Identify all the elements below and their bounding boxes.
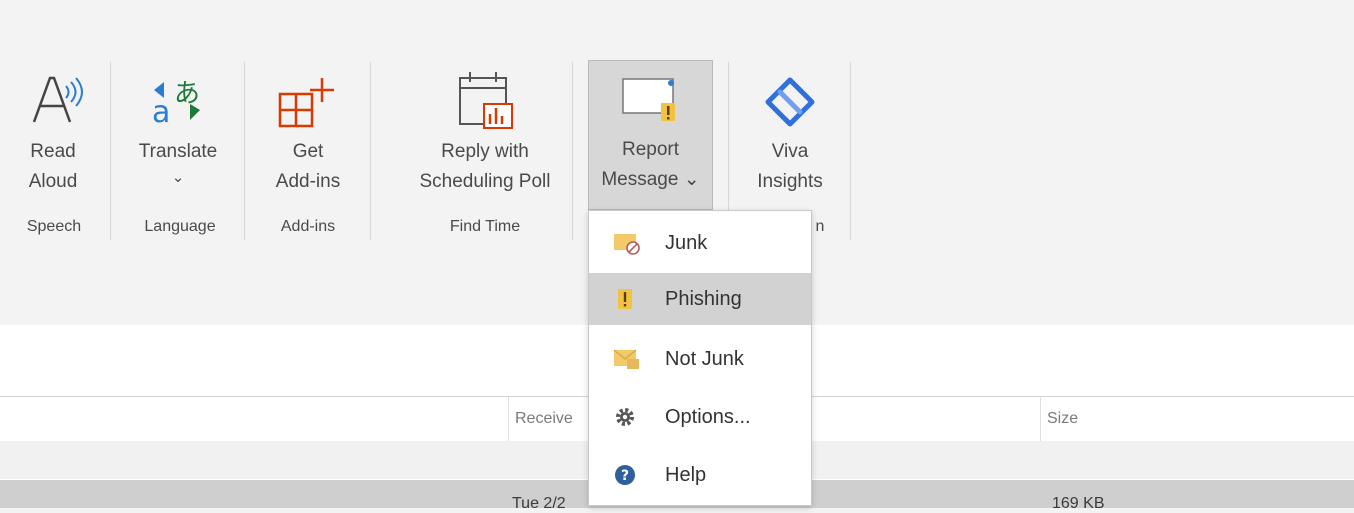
menu-item-junk[interactable]: Junk (589, 217, 811, 269)
svg-text:a: a (152, 95, 170, 126)
not-junk-envelope-icon (613, 349, 639, 369)
junk-envelope-icon (614, 234, 640, 255)
translate-icon: a あ (152, 79, 200, 126)
group-label-addins: Add-ins (280, 218, 336, 235)
read-aloud-button[interactable]: Read Aloud (14, 62, 92, 212)
row-size: 169 KB (1052, 495, 1105, 512)
menu-item-label: Phishing (665, 288, 742, 310)
row-received: Tue 2/2 (512, 495, 566, 512)
read-aloud-label-2: Aloud (28, 171, 78, 192)
viva-label-1: Viva (771, 141, 809, 162)
viva-label-2: Insights (757, 171, 823, 192)
svg-text:あ: あ (174, 79, 200, 109)
reply-scheduling-poll-button[interactable]: Reply with Scheduling Poll (400, 62, 570, 212)
menu-item-label: Junk (665, 232, 708, 254)
report-message-label-2: Message ⌄ (601, 169, 700, 190)
menu-item-not-junk[interactable]: Not Junk (589, 333, 811, 385)
scheduling-poll-icon (459, 72, 513, 129)
group-label-find-time: Find Time (449, 218, 521, 235)
report-message-label-1: Report (621, 139, 680, 160)
report-message-menu: Junk Phishing Not Junk Options... ? Help (588, 210, 812, 506)
menu-item-label: Not Junk (665, 348, 744, 370)
get-addins-label-1: Get (292, 141, 324, 162)
separator (370, 62, 371, 240)
report-message-icon (622, 78, 675, 121)
viva-insights-button[interactable]: Viva Insights (742, 62, 838, 212)
separator (572, 62, 573, 240)
menu-item-label: Options... (665, 406, 751, 428)
help-icon: ? (615, 465, 635, 485)
report-message-button[interactable]: Report Message ⌄ (588, 60, 713, 210)
reply-poll-label-1: Reply with (441, 141, 529, 162)
menu-item-help[interactable]: ? Help (589, 449, 811, 501)
translate-button[interactable]: a あ Translate ⌄ (126, 62, 230, 212)
group-label-speech: Speech (26, 218, 82, 235)
viva-insights-icon (765, 77, 815, 127)
reply-poll-label-2: Scheduling Poll (419, 171, 551, 192)
separator (244, 62, 245, 240)
add-ins-icon (278, 78, 334, 128)
menu-item-options[interactable]: Options... (589, 391, 811, 443)
get-addins-label-2: Add-ins (275, 171, 341, 192)
svg-text:?: ? (621, 468, 629, 484)
read-aloud-label-1: Read (30, 141, 76, 162)
get-addins-button[interactable]: Get Add-ins (260, 62, 356, 212)
separator (850, 62, 851, 240)
phishing-warning-icon (618, 289, 632, 309)
read-aloud-icon (32, 76, 83, 123)
separator (110, 62, 111, 240)
chevron-down-icon: ⌄ (171, 169, 185, 186)
column-header-size[interactable]: Size (1040, 397, 1347, 441)
group-label-viva: n (815, 218, 825, 235)
group-label-language: Language (144, 218, 216, 235)
menu-item-label: Help (665, 464, 707, 486)
menu-item-phishing[interactable]: Phishing (589, 273, 811, 325)
gear-icon (616, 408, 634, 426)
